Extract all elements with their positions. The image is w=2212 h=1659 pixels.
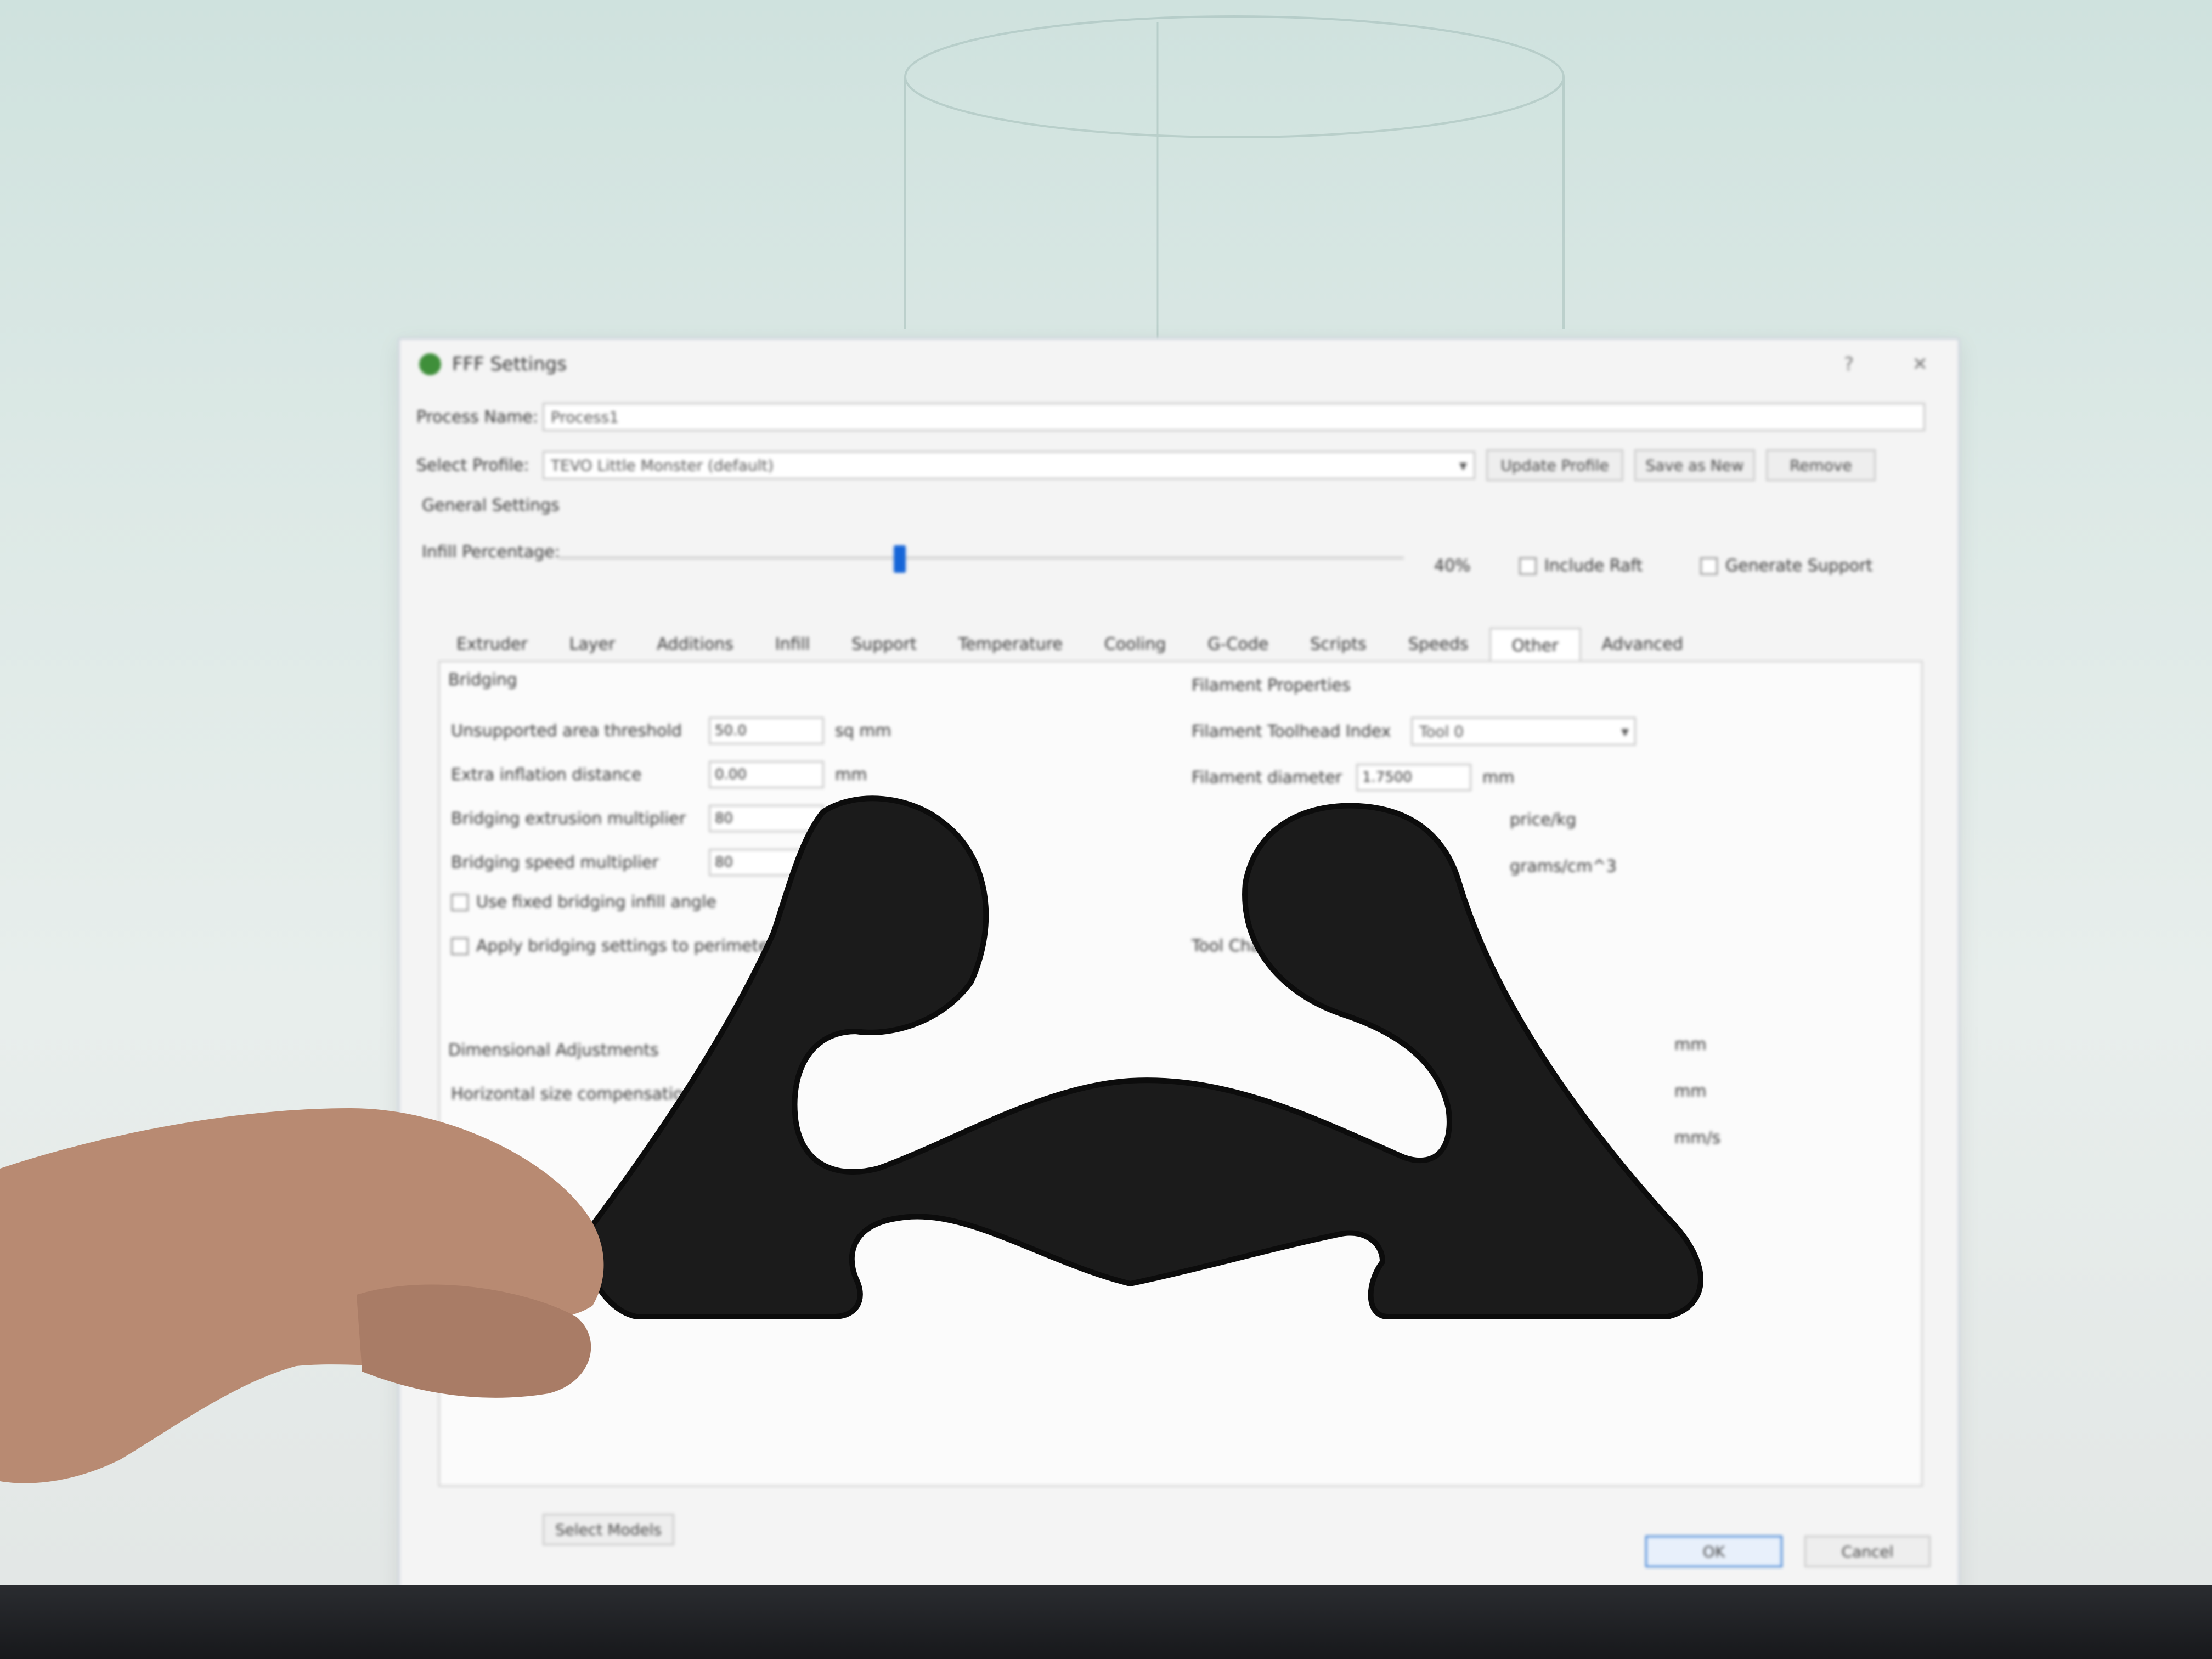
bridging-row-unit: mm	[835, 765, 867, 785]
tab-speeds[interactable]: Speeds	[1387, 628, 1489, 661]
generate-support-label: Generate Support	[1725, 556, 1873, 575]
diameter-row: Filament diameter 1.7500 mm	[1192, 764, 1514, 791]
bridging-row-spinbox[interactable]: 0.00	[709, 761, 824, 788]
price-unit-row: price/kg	[1510, 810, 1576, 830]
select-profile-dropdown[interactable]: TEVO Little Monster (default) ▾	[543, 451, 1475, 479]
bridging-row: Bridging extrusion multiplier 80	[451, 805, 835, 832]
bridging-row-spinbox[interactable]: 50.0	[709, 717, 824, 744]
settings-tabs: Extruder Layer Additions Infill Support Tempe…	[436, 628, 1704, 662]
apply-perimeters-label: Apply bridging settings to perimeters	[476, 936, 784, 956]
select-profile-row: Select Profile: TEVO Little Monster (def…	[416, 449, 1876, 481]
select-profile-value: TEVO Little Monster (default)	[551, 456, 774, 475]
price-unit: price/kg	[1510, 810, 1577, 830]
chevron-down-icon: ▾	[1621, 722, 1629, 741]
dimensional-group-title: Dimensional Adjustments	[448, 1041, 659, 1060]
ok-button[interactable]: OK	[1645, 1536, 1782, 1567]
use-fixed-angle-checkbox[interactable]	[451, 893, 469, 911]
include-raft-label: Include Raft	[1544, 556, 1643, 575]
include-raft-row[interactable]: Include Raft	[1519, 556, 1643, 575]
tab-extruder[interactable]: Extruder	[436, 628, 549, 661]
build-volume-wireframe	[904, 15, 1565, 340]
bridging-row-label: Unsupported area threshold	[451, 721, 682, 741]
tool-change-title: Tool Change	[1192, 936, 1292, 956]
bridging-row-spinbox[interactable]: 80	[709, 805, 824, 832]
extra-restart-unit: mm	[1674, 1082, 1707, 1101]
diameter-spinbox[interactable]: 1.7500	[1356, 764, 1471, 791]
infill-percentage-value: 40%	[1434, 556, 1471, 575]
tab-temperature[interactable]: Temperature	[938, 628, 1084, 661]
cancel-button[interactable]: Cancel	[1804, 1536, 1931, 1567]
tab-scripts[interactable]: Scripts	[1289, 628, 1387, 661]
diameter-label: Filament diameter	[1192, 768, 1342, 787]
process-name-label: Process Name:	[416, 407, 538, 427]
density-unit: grams/cm^3	[1510, 857, 1617, 876]
apply-perimeters-row[interactable]: Apply bridging settings to perimeters	[451, 936, 784, 956]
tab-cooling[interactable]: Cooling	[1084, 628, 1187, 661]
toolhead-dropdown[interactable]: Tool 0 ▾	[1411, 717, 1636, 746]
retraction-unit: mm	[1674, 1035, 1707, 1054]
toolhead-row: Filament Toolhead Index Tool 0 ▾	[1192, 717, 1636, 746]
tab-infill[interactable]: Infill	[754, 628, 831, 661]
bridging-row-unit: sq mm	[835, 721, 891, 741]
close-icon[interactable]: ✕	[1912, 353, 1928, 375]
infill-slider-track[interactable]	[559, 556, 1404, 560]
generate-support-checkbox[interactable]	[1700, 557, 1718, 575]
bridging-row: Bridging speed multiplier 80	[451, 849, 835, 876]
toolhead-label: Filament Toolhead Index	[1192, 721, 1391, 741]
app-logo-icon	[419, 353, 441, 375]
fff-settings-dialog: FFF Settings ? ✕ Process Name: Process1 …	[398, 337, 1960, 1620]
tab-additions[interactable]: Additions	[636, 628, 754, 661]
bridging-row-label: Bridging extrusion multiplier	[451, 809, 686, 828]
use-fixed-angle-row[interactable]: Use fixed bridging infill angle	[451, 893, 716, 912]
apply-perimeters-checkbox[interactable]	[451, 937, 469, 955]
bridging-row-label: Extra inflation distance	[451, 765, 642, 785]
generate-support-row[interactable]: Generate Support	[1700, 556, 1872, 575]
tab-other[interactable]: Other	[1489, 628, 1581, 662]
dialog-titlebar: FFF Settings ? ✕	[400, 340, 1958, 389]
use-fixed-angle-label: Use fixed bridging infill angle	[476, 893, 716, 912]
tab-g-code[interactable]: G-Code	[1187, 628, 1289, 661]
bridging-row-label: Bridging speed multiplier	[451, 853, 659, 872]
extra-restart-unit-row: mm	[1674, 1082, 1706, 1101]
select-profile-label: Select Profile:	[416, 455, 529, 475]
infill-percentage-label: Infill Percentage:	[422, 543, 560, 562]
save-as-new-button[interactable]: Save as New	[1634, 449, 1755, 481]
tab-advanced[interactable]: Advanced	[1581, 628, 1704, 661]
density-unit-row: grams/cm^3	[1510, 857, 1617, 876]
bridging-row: Extra inflation distance 0.00 mm	[451, 761, 867, 788]
bridging-row: Unsupported area threshold 50.0 sq mm	[451, 717, 891, 744]
toolhead-value: Tool 0	[1419, 722, 1464, 741]
diameter-unit: mm	[1482, 768, 1515, 787]
tab-panel-other: Bridging Unsupported area threshold 50.0 s…	[438, 661, 1923, 1487]
bridging-group-title: Bridging	[448, 670, 517, 690]
retraction-speed-unit: mm/s	[1674, 1128, 1721, 1148]
process-name-row: Process Name: Process1	[416, 403, 1925, 431]
horizontal-size-row: Horizontal size compensation	[451, 1085, 694, 1104]
tab-layer[interactable]: Layer	[549, 628, 636, 661]
general-settings-label: General Settings	[422, 496, 560, 515]
include-raft-checkbox[interactable]	[1519, 557, 1537, 575]
remove-button[interactable]: Remove	[1766, 449, 1876, 481]
infill-slider-handle[interactable]	[894, 545, 906, 573]
tab-support[interactable]: Support	[831, 628, 938, 661]
monitor-bezel	[0, 1585, 2212, 1659]
horizontal-size-label: Horizontal size compensation	[451, 1085, 694, 1104]
process-name-input[interactable]: Process1	[543, 403, 1925, 431]
chevron-down-icon: ▾	[1459, 456, 1467, 475]
bridging-row-spinbox[interactable]: 80	[709, 849, 824, 876]
help-icon[interactable]: ?	[1844, 353, 1854, 375]
filament-group-title: Filament Properties	[1192, 676, 1351, 695]
dialog-title: FFF Settings	[452, 353, 567, 375]
retraction-speed-unit-row: mm/s	[1674, 1128, 1720, 1148]
select-models-button[interactable]: Select Models	[543, 1514, 674, 1545]
update-profile-button[interactable]: Update Profile	[1486, 449, 1623, 481]
retraction-unit-row: mm	[1674, 1035, 1706, 1054]
